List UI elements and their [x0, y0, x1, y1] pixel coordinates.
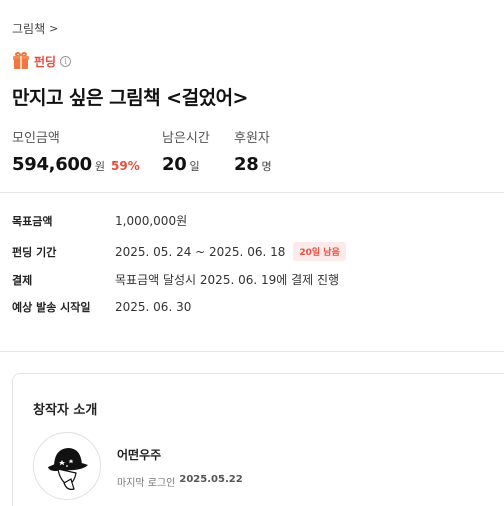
detail-payment-value: 목표금액 달성시 2025. 06. 19에 결제 진행	[115, 273, 340, 287]
stat-raised-unit: 원	[94, 160, 106, 173]
chevron-right-icon: >	[49, 22, 59, 35]
funding-label: 펀딩	[34, 54, 57, 69]
info-icon[interactable]: i	[60, 55, 72, 67]
stat-raised: 모인금액 594,600 원 59%	[12, 127, 140, 175]
stat-backers-unit: 명	[261, 160, 272, 173]
stat-time-left: 남은시간 20 일	[162, 127, 210, 175]
detail-goal-label: 목표금액	[12, 214, 53, 228]
stat-time-left-label: 남은시간	[162, 131, 210, 146]
detail-shipping-value: 2025. 06. 30	[115, 300, 192, 314]
detail-payment-label: 결제	[12, 273, 33, 287]
detail-goal: 목표금액 1,000,000원	[12, 212, 492, 229]
breadcrumb[interactable]: 그림책 >	[12, 20, 58, 37]
divider	[0, 351, 504, 352]
stat-backers: 후원자 28 명	[234, 127, 272, 175]
days-left-badge: 20일 남음	[293, 242, 346, 261]
detail-shipping-label: 예상 발송 시작일	[12, 301, 91, 314]
stat-backers-value: 28	[234, 154, 259, 175]
detail-period-label: 펀딩 기간	[12, 245, 57, 259]
last-login-label: 마지막 로그인	[117, 478, 176, 489]
detail-shipping: 예상 발송 시작일 2025. 06. 30	[12, 299, 492, 315]
divider	[0, 192, 504, 193]
creator-name[interactable]: 어떤우주	[117, 446, 161, 463]
stat-raised-percent: 59%	[111, 159, 140, 173]
stat-raised-value: 594,600	[12, 154, 92, 175]
gift-icon	[12, 51, 30, 70]
stat-backers-label: 후원자	[234, 131, 270, 146]
stat-time-left-value: 20	[162, 154, 187, 175]
page-title: 만지고 싶은 그림책 <걸었어>	[12, 87, 248, 109]
creator-heading: 창작자 소개	[33, 403, 98, 418]
creator-card: 창작자 소개 어떤우주 마지막 로그인 2025.05.22	[12, 373, 504, 506]
detail-period: 펀딩 기간 2025. 05. 24 ~ 2025. 06. 18 20일 남음	[12, 242, 492, 261]
funding-tag: 펀딩 i	[12, 51, 72, 70]
creator-avatar-image[interactable]	[33, 432, 101, 500]
last-login: 마지막 로그인 2025.05.22	[117, 474, 243, 489]
detail-period-value: 2025. 05. 24 ~ 2025. 06. 18	[115, 244, 286, 259]
stat-raised-label: 모인금액	[12, 131, 60, 146]
detail-goal-value: 1,000,000원	[115, 214, 188, 228]
stat-time-left-unit: 일	[189, 160, 200, 173]
detail-payment: 결제 목표금액 달성시 2025. 06. 19에 결제 진행	[12, 271, 492, 288]
breadcrumb-category[interactable]: 그림책	[12, 20, 45, 37]
last-login-date: 2025.05.22	[179, 474, 243, 485]
